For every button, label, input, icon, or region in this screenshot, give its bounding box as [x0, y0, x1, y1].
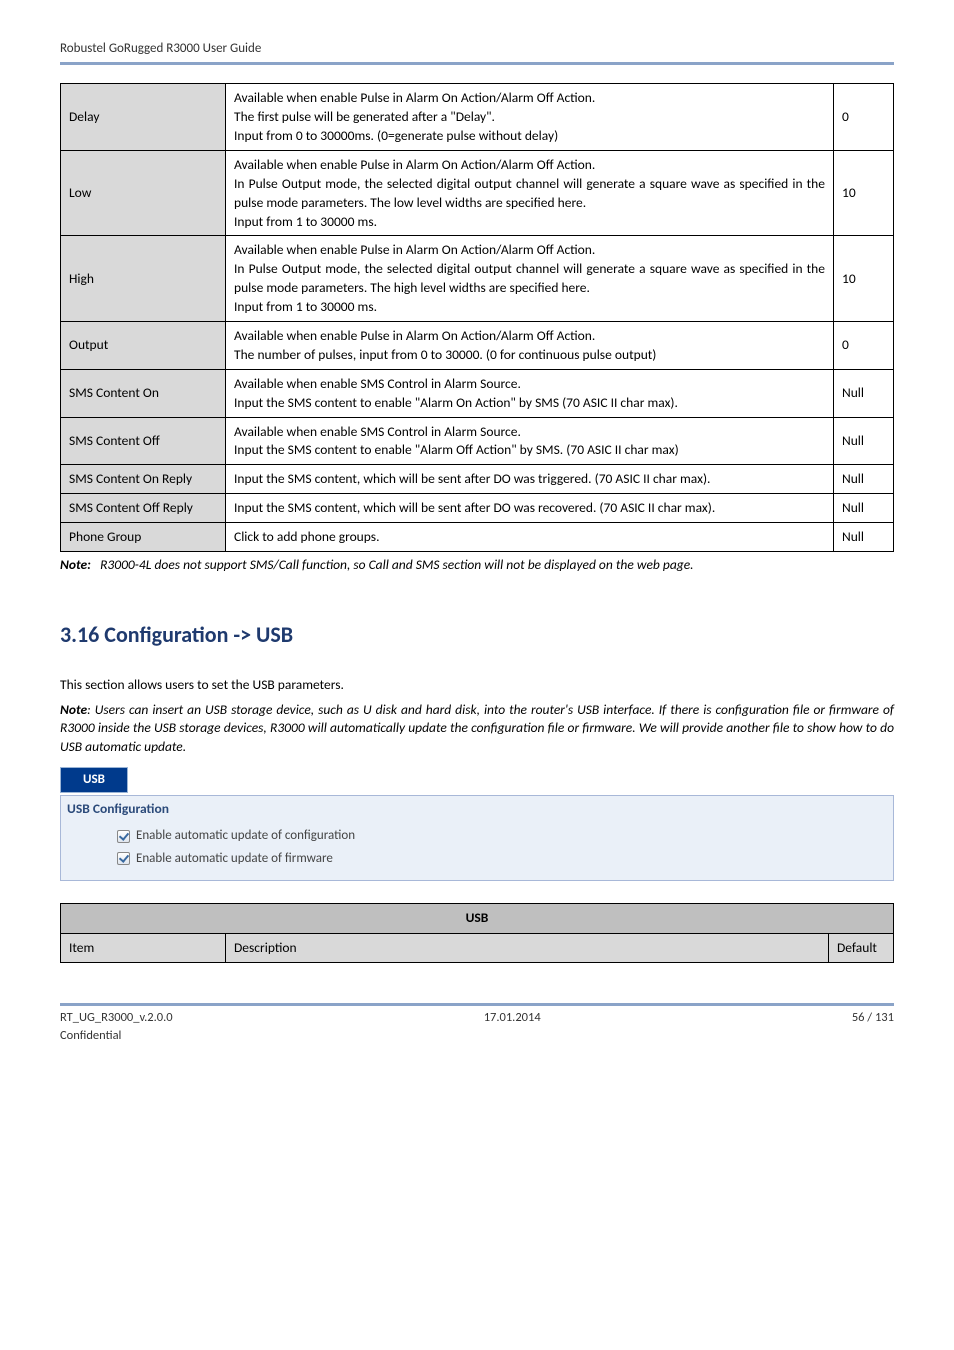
- usb-config-title: USB Configuration: [67, 800, 887, 819]
- row-default: Null: [834, 465, 894, 494]
- table-row: Output Available when enable Pulse in Al…: [61, 321, 894, 369]
- usb-table-header-row: USB: [61, 903, 894, 933]
- checkbox-row: Enable automatic update of firmware: [117, 848, 887, 870]
- footer-date: 17.01.2014: [484, 1009, 541, 1044]
- row-desc: Available when enable SMS Control in Ala…: [226, 369, 834, 417]
- header-rule: [60, 62, 894, 65]
- usb-config-panel: USB Configuration Enable automatic updat…: [60, 795, 894, 880]
- row-desc: Click to add phone groups.: [226, 523, 834, 552]
- note-bold: Note:: [60, 556, 91, 573]
- table-row: SMS Content On Available when enable SMS…: [61, 369, 894, 417]
- usb-col-desc: Description: [226, 933, 829, 963]
- row-desc: Input the SMS content, which will be sen…: [226, 494, 834, 523]
- row-label: Output: [61, 321, 226, 369]
- body-para: This section allows users to set the USB…: [60, 676, 894, 695]
- row-label: Low: [61, 150, 226, 236]
- row-default: 0: [834, 84, 894, 151]
- row-default: Null: [834, 494, 894, 523]
- row-desc: Available when enable Pulse in Alarm On …: [226, 321, 834, 369]
- doc-header: Robustel GoRugged R3000 User Guide: [60, 40, 894, 58]
- params-table: Delay Available when enable Pulse in Ala…: [60, 83, 894, 552]
- note2-bold: Note: [60, 701, 87, 718]
- footer-version: RT_UG_R3000_v.2.0.0: [60, 1010, 173, 1025]
- row-desc: Input the SMS content, which will be sen…: [226, 465, 834, 494]
- footer-confidential: Confidential: [60, 1028, 121, 1043]
- checkbox-label: Enable automatic update of configuration: [136, 827, 355, 845]
- row-default: 0: [834, 321, 894, 369]
- row-default: 10: [834, 150, 894, 236]
- usb-table: USB Item Description Default: [60, 903, 894, 964]
- table-row: Low Available when enable Pulse in Alarm…: [61, 150, 894, 236]
- row-label: Delay: [61, 84, 226, 151]
- row-label: High: [61, 236, 226, 322]
- row-label: SMS Content On Reply: [61, 465, 226, 494]
- usb-tab[interactable]: USB: [60, 767, 128, 793]
- row-desc: Available when enable Pulse in Alarm On …: [226, 150, 834, 236]
- footer-left: RT_UG_R3000_v.2.0.0 Confidential: [60, 1009, 173, 1044]
- row-desc: Available when enable Pulse in Alarm On …: [226, 84, 834, 151]
- row-label: SMS Content On: [61, 369, 226, 417]
- table-row: High Available when enable Pulse in Alar…: [61, 236, 894, 322]
- table-row: Phone Group Click to add phone groups. N…: [61, 523, 894, 552]
- usb-col-default: Default: [829, 933, 894, 963]
- footer-rule: [60, 1003, 894, 1006]
- checkbox-label: Enable automatic update of firmware: [136, 850, 333, 868]
- row-desc: Available when enable SMS Control in Ala…: [226, 417, 834, 465]
- body-para-note: Note: Users can insert an USB storage de…: [60, 701, 894, 758]
- usb-tab-row: USB: [60, 767, 894, 793]
- note-italic: R3000-4L does not support SMS/Call funct…: [100, 556, 694, 573]
- row-default: Null: [834, 417, 894, 465]
- row-label: SMS Content Off: [61, 417, 226, 465]
- footer: RT_UG_R3000_v.2.0.0 Confidential 17.01.2…: [60, 1009, 894, 1044]
- usb-col-item: Item: [61, 933, 226, 963]
- checkbox-icon[interactable]: [117, 830, 130, 843]
- row-default: Null: [834, 523, 894, 552]
- usb-table-header: USB: [61, 903, 894, 933]
- footer-page: 56 / 131: [852, 1009, 894, 1044]
- note-text: Note: R3000-4L does not support SMS/Call…: [60, 556, 894, 575]
- row-default: Null: [834, 369, 894, 417]
- table-row: SMS Content Off Reply Input the SMS cont…: [61, 494, 894, 523]
- row-label: Phone Group: [61, 523, 226, 552]
- note2-text: : Users can insert an USB storage device…: [60, 701, 894, 756]
- checkbox-icon[interactable]: [117, 852, 130, 865]
- checkbox-row: Enable automatic update of configuration: [117, 825, 887, 847]
- row-label: SMS Content Off Reply: [61, 494, 226, 523]
- row-default: 10: [834, 236, 894, 322]
- usb-table-subheader-row: Item Description Default: [61, 933, 894, 963]
- table-row: SMS Content On Reply Input the SMS conte…: [61, 465, 894, 494]
- section-heading: 3.16 Configuration -> USB: [60, 620, 894, 651]
- row-desc: Available when enable Pulse in Alarm On …: [226, 236, 834, 322]
- table-row: SMS Content Off Available when enable SM…: [61, 417, 894, 465]
- table-row: Delay Available when enable Pulse in Ala…: [61, 84, 894, 151]
